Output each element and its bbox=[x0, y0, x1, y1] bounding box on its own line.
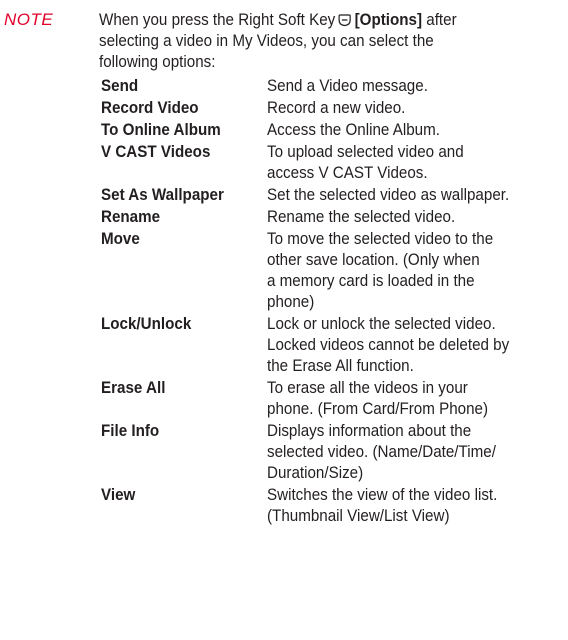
option-description: Record a new video. bbox=[267, 99, 406, 117]
option-term: To Online Album bbox=[101, 121, 221, 139]
option-row: View Switches the view of the video list.… bbox=[101, 485, 561, 527]
option-term: Erase All bbox=[101, 379, 166, 397]
option-description: Rename the selected video. bbox=[267, 208, 456, 226]
option-row: Lock/Unlock Lock or unlock the selected v… bbox=[101, 314, 561, 377]
option-row: Move To move the selected video to the ot… bbox=[101, 229, 561, 313]
option-row: To Online Album Access the Online Album. bbox=[101, 120, 561, 141]
option-row: Erase All To erase all the videos in your… bbox=[101, 378, 561, 420]
option-term: Rename bbox=[101, 208, 161, 226]
intro-line-2: selecting a video in My Videos, you can … bbox=[99, 32, 434, 50]
option-description: Send a Video message. bbox=[267, 77, 428, 95]
option-term: Record Video bbox=[101, 99, 199, 117]
note-label: NOTE bbox=[4, 10, 54, 29]
option-term: Lock/Unlock bbox=[101, 315, 192, 333]
option-row: Record Video Record a new video. bbox=[101, 98, 561, 119]
option-term: Set As Wallpaper bbox=[101, 186, 224, 204]
option-row: Rename Rename the selected video. bbox=[101, 207, 561, 228]
option-description: Access the Online Album. bbox=[267, 121, 440, 139]
intro-text-before-key: When you press the Right Soft Key bbox=[99, 11, 336, 29]
option-row: Set As Wallpaper Set the selected video a… bbox=[101, 185, 561, 206]
option-description: Displays information about the selected … bbox=[267, 422, 496, 482]
option-description: To move the selected video to the other … bbox=[267, 230, 494, 311]
option-description: To erase all the videos in your phone. (… bbox=[267, 379, 489, 418]
option-term: Move bbox=[101, 230, 140, 248]
option-description: Switches the view of the video list. (Th… bbox=[267, 486, 498, 525]
right-soft-key-icon bbox=[338, 14, 351, 27]
options-list: Send Send a Video message. Record Video Rec… bbox=[101, 76, 561, 528]
option-row: Send Send a Video message. bbox=[101, 76, 561, 97]
option-term: View bbox=[101, 486, 136, 504]
intro-line-3: following options: bbox=[99, 53, 216, 71]
option-term: Send bbox=[101, 77, 139, 95]
option-row: V CAST Videos To upload selected video an… bbox=[101, 142, 561, 184]
option-description: To upload selected video and access V CA… bbox=[267, 143, 464, 182]
intro-line-1: When you press the Right Soft Key [Optio… bbox=[99, 10, 513, 31]
option-term: File Info bbox=[101, 422, 160, 440]
option-term: V CAST Videos bbox=[101, 143, 211, 161]
option-description: Set the selected video as wallpaper. bbox=[267, 186, 510, 204]
option-row: File Info Displays information about the … bbox=[101, 421, 561, 484]
options-key-label: [Options] bbox=[354, 11, 423, 29]
option-description: Lock or unlock the selected video. Locke… bbox=[267, 315, 510, 375]
intro-text-line1-end: after bbox=[426, 11, 457, 29]
note-intro: When you press the Right Soft Key [Optio… bbox=[99, 10, 513, 73]
